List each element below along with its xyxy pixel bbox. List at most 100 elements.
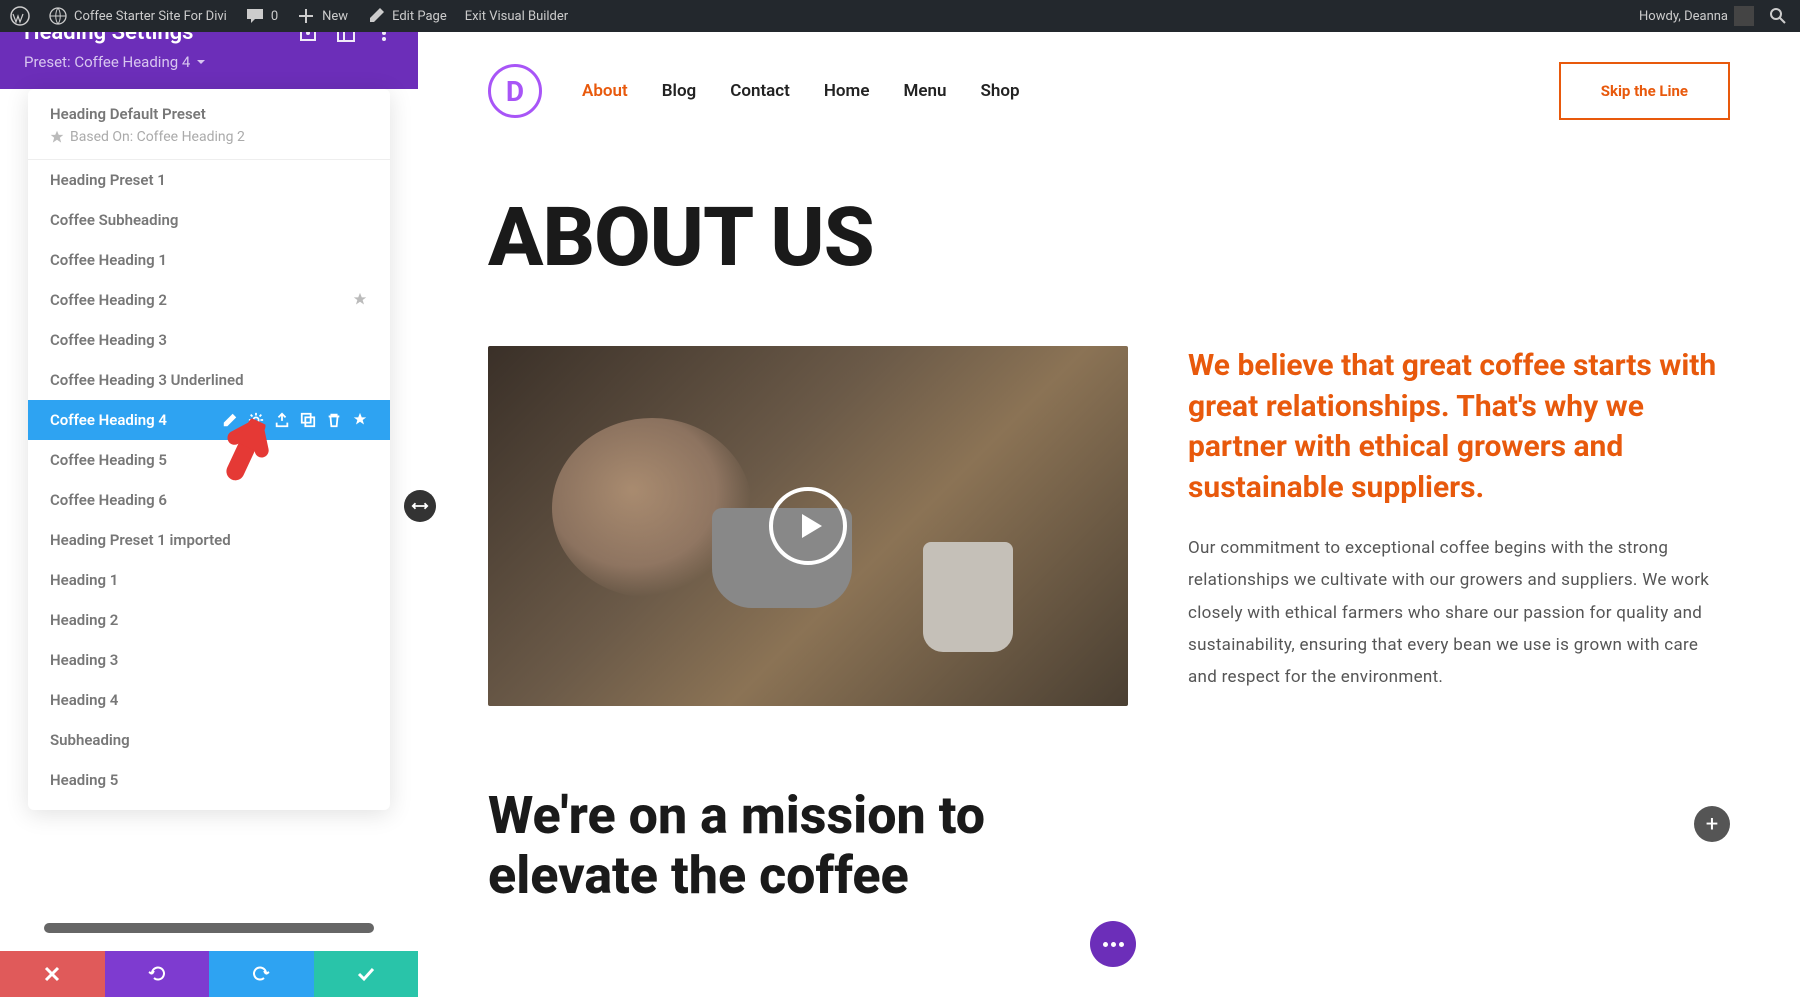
preset-default-based: Based On: Coffee Heading 2 xyxy=(50,129,368,145)
home-icon xyxy=(48,6,68,26)
preset-item[interactable]: Heading 2 xyxy=(28,600,390,640)
mission-heading: We're on a mission to elevate the coffee xyxy=(488,786,1008,906)
star-icon[interactable] xyxy=(352,292,368,308)
heading-settings-panel: Heading Settings Preset: Coffee Heading … xyxy=(0,0,418,997)
save-button[interactable] xyxy=(314,951,419,997)
trash-icon[interactable] xyxy=(326,412,342,428)
add-module-button[interactable]: + xyxy=(1694,806,1730,842)
comment-icon xyxy=(245,6,265,26)
preset-item-label: Heading 4 xyxy=(50,691,118,709)
preset-default-title: Heading Default Preset xyxy=(50,105,368,123)
scroll-indicator[interactable] xyxy=(44,923,374,933)
duplicate-icon[interactable] xyxy=(300,412,316,428)
wordpress-icon xyxy=(10,6,30,26)
preset-item[interactable]: Heading 1 xyxy=(28,560,390,600)
nav-item-home[interactable]: Home xyxy=(824,81,870,101)
redo-button[interactable] xyxy=(209,951,314,997)
undo-button[interactable] xyxy=(105,951,210,997)
site-logo[interactable]: D xyxy=(488,64,542,118)
preset-item[interactable]: Subheading xyxy=(28,720,390,760)
wp-logo[interactable] xyxy=(10,6,30,26)
comment-count: 0 xyxy=(271,9,278,24)
preset-item[interactable]: Coffee Heading 1 xyxy=(28,240,390,280)
preset-item-label: Coffee Heading 2 xyxy=(50,291,167,309)
preset-item-label: Coffee Heading 3 Underlined xyxy=(50,371,244,389)
preset-item[interactable]: Coffee Heading 3 xyxy=(28,320,390,360)
preset-list: Heading Preset 1 Coffee Subheading Coffee … xyxy=(28,160,390,810)
page-preview: D About Blog Contact Home Menu Shop Skip the … xyxy=(418,32,1800,997)
export-icon[interactable] xyxy=(274,412,290,428)
preset-item[interactable]: Coffee Heading 2 xyxy=(28,280,390,320)
edit-page-link[interactable]: Edit Page xyxy=(366,6,447,26)
star-icon xyxy=(50,130,64,144)
preset-item-label: Heading 3 xyxy=(50,651,118,669)
preset-item-label: Coffee Subheading xyxy=(50,211,178,229)
play-icon xyxy=(796,511,826,541)
preset-item[interactable]: Heading 4 xyxy=(28,680,390,720)
preset-item-label: Subheading xyxy=(50,731,130,749)
nav-item-contact[interactable]: Contact xyxy=(730,81,790,101)
exit-builder-link[interactable]: Exit Visual Builder xyxy=(465,9,568,24)
preset-dropdown: Heading Default Preset Based On: Coffee … xyxy=(28,89,390,810)
preset-default-section[interactable]: Heading Default Preset Based On: Coffee … xyxy=(28,89,390,160)
preset-selector[interactable]: Preset: Coffee Heading 4 xyxy=(24,53,394,71)
preset-item[interactable]: Coffee Subheading xyxy=(28,200,390,240)
about-row: We believe that great coffee starts with… xyxy=(488,346,1730,706)
page-title: ABOUT US xyxy=(488,190,1730,286)
preset-label: Preset: Coffee Heading 4 xyxy=(24,53,190,71)
search-icon xyxy=(1768,6,1788,26)
mission-row: We're on a mission to elevate the coffee… xyxy=(488,786,1730,906)
new-label: New xyxy=(322,9,348,24)
more-dots-icon xyxy=(1103,942,1124,947)
nav-item-blog[interactable]: Blog xyxy=(662,81,697,101)
preset-item-label: Heading Preset 1 xyxy=(50,171,166,189)
preset-item-label: Heading 2 xyxy=(50,611,118,629)
new-link[interactable]: New xyxy=(296,6,348,26)
search-toggle[interactable] xyxy=(1768,6,1788,26)
preset-item[interactable]: Coffee Heading 3 Underlined xyxy=(28,360,390,400)
nav-item-shop[interactable]: Shop xyxy=(980,81,1019,101)
preset-item-label: Heading Preset 1 imported xyxy=(50,531,231,549)
preset-item[interactable]: Heading Preset 1 xyxy=(28,160,390,200)
about-text-block: We believe that great coffee starts with… xyxy=(1188,346,1730,693)
preset-item[interactable]: Heading Preset 1 imported xyxy=(28,520,390,560)
comments-link[interactable]: 0 xyxy=(245,6,278,26)
site-name-text: Coffee Starter Site For Divi xyxy=(74,9,227,24)
video-thumbnail[interactable] xyxy=(488,346,1128,706)
pencil-icon xyxy=(366,6,386,26)
site-nav: About Blog Contact Home Menu Shop xyxy=(582,81,1020,101)
site-name-link[interactable]: Coffee Starter Site For Divi xyxy=(48,6,227,26)
panel-resize-handle[interactable] xyxy=(404,490,436,522)
preset-item-label: Coffee Heading 5 xyxy=(50,451,167,469)
video-overlay xyxy=(488,346,1128,706)
play-button[interactable] xyxy=(769,487,847,565)
skip-line-button[interactable]: Skip the Line xyxy=(1559,62,1730,120)
preset-item[interactable]: Heading 3 xyxy=(28,640,390,680)
preset-item[interactable]: Heading 6 xyxy=(28,800,390,810)
nav-item-about[interactable]: About xyxy=(582,81,628,101)
wp-admin-bar: Coffee Starter Site For Divi 0 New Edit … xyxy=(0,0,1800,32)
preset-item[interactable]: Heading 5 xyxy=(28,760,390,800)
preset-item-label: Coffee Heading 6 xyxy=(50,491,167,509)
plus-icon xyxy=(296,6,316,26)
panel-footer-actions xyxy=(0,951,418,997)
preset-item-label: Coffee Heading 4 xyxy=(50,411,167,429)
preset-item-label: Coffee Heading 1 xyxy=(50,251,167,269)
preset-item-label: Coffee Heading 3 xyxy=(50,331,167,349)
preset-item[interactable]: Coffee Heading 6 xyxy=(28,480,390,520)
nav-item-menu[interactable]: Menu xyxy=(903,81,946,101)
edit-page-label: Edit Page xyxy=(392,9,447,24)
about-heading: We believe that great coffee starts with… xyxy=(1188,346,1730,508)
preset-item-label: Heading 5 xyxy=(50,771,118,789)
preset-item-label: Heading 1 xyxy=(50,571,118,589)
preset-item[interactable]: Coffee Heading 4 xyxy=(28,400,390,440)
user-greeting[interactable]: Howdy, Deanna xyxy=(1639,6,1754,26)
avatar xyxy=(1734,6,1754,26)
star-icon[interactable] xyxy=(352,412,368,428)
greeting-text: Howdy, Deanna xyxy=(1639,9,1728,24)
site-header: D About Blog Contact Home Menu Shop Skip the … xyxy=(418,32,1800,150)
builder-fab[interactable] xyxy=(1090,921,1136,967)
page-content: ABOUT US We believe that great coffee st… xyxy=(418,150,1800,946)
about-body: Our commitment to exceptional coffee beg… xyxy=(1188,532,1730,693)
close-button[interactable] xyxy=(0,951,105,997)
